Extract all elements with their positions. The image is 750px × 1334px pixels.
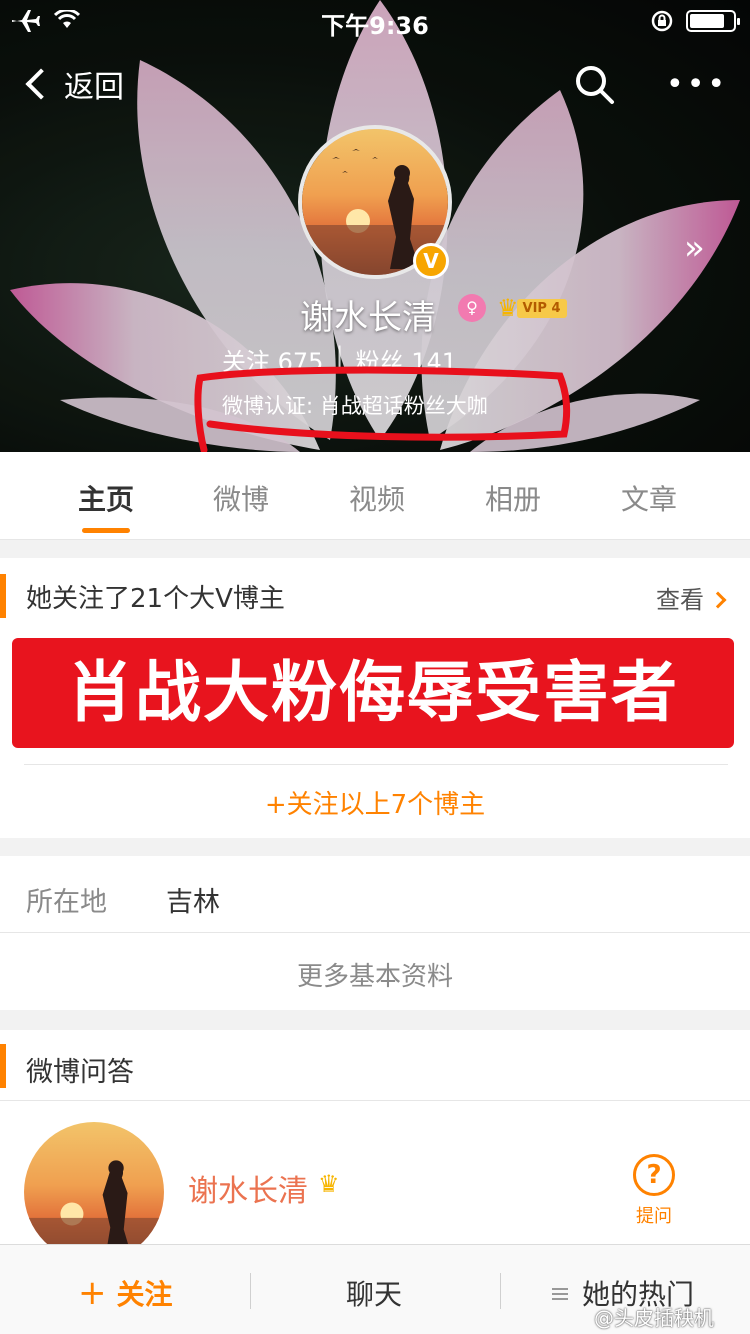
- back-label: 返回: [64, 70, 124, 105]
- avatar-image: [24, 1122, 164, 1262]
- follow-button[interactable]: + 关注: [78, 1273, 173, 1313]
- overlay-caption: 肖战大粉侮辱受害者: [12, 638, 734, 748]
- vip-level: VIP 4: [516, 298, 567, 318]
- more-info-button[interactable]: 更多基本资料: [0, 956, 750, 993]
- more-options-icon[interactable]: •••: [666, 70, 728, 100]
- section-accent-bar: [0, 1044, 6, 1088]
- tab-album[interactable]: 相册: [485, 478, 541, 518]
- search-icon[interactable]: [574, 64, 616, 106]
- ask-label: 提问: [636, 1206, 672, 1227]
- status-bar: 下午9:36: [0, 0, 750, 40]
- qa-user-name[interactable]: 谢水长清: [188, 1166, 308, 1210]
- ask-question-button[interactable]: ? 提问: [630, 1154, 678, 1228]
- status-time: 下午9:36: [321, 12, 429, 40]
- watermark: @头皮插秧机: [594, 1306, 714, 1330]
- tab-article[interactable]: 文章: [621, 478, 677, 518]
- divider: [500, 1273, 501, 1309]
- vip-badge[interactable]: ♛ VIP 4: [497, 296, 567, 320]
- chat-button[interactable]: 聊天: [346, 1273, 402, 1313]
- basic-info-card: 所在地 吉林 更多基本资料: [0, 856, 750, 1010]
- qa-title: 微博问答: [26, 1057, 134, 1088]
- profile-tabs: 主页 微博 视频 相册 文章: [0, 452, 750, 540]
- qa-avatar[interactable]: [24, 1122, 164, 1262]
- verified-badge-icon: V: [413, 243, 449, 279]
- tab-weibo[interactable]: 微博: [213, 478, 269, 518]
- rotation-lock-icon: [651, 10, 673, 32]
- divider: [0, 1100, 750, 1101]
- menu-icon: [552, 1288, 568, 1300]
- plus-icon: +: [78, 1273, 107, 1313]
- crown-icon: ♛: [497, 294, 519, 322]
- battery-icon: [686, 10, 740, 32]
- chevron-left-icon: [25, 68, 57, 100]
- female-gender-icon: ♀: [458, 294, 486, 322]
- red-annotation-circle: [194, 366, 571, 452]
- divider: [250, 1273, 251, 1309]
- location-label: 所在地: [26, 887, 107, 918]
- profile-cover: 下午9:36 返回 ••• » V 谢水长清 ♀ ♛ VIP 4 关注 675 …: [0, 0, 750, 452]
- profile-name: 谢水长清: [300, 298, 436, 338]
- followed-title: 她关注了21个大V博主: [26, 584, 285, 614]
- divider: [0, 932, 750, 933]
- tab-video[interactable]: 视频: [349, 478, 405, 518]
- section-accent-bar: [0, 574, 6, 618]
- cover-next-icon[interactable]: »: [684, 228, 705, 268]
- divider: [24, 764, 728, 765]
- tab-home[interactable]: 主页: [78, 478, 134, 518]
- weibo-qa-card: 微博问答 谢水长清 ♛ ? 提问: [0, 1030, 750, 1262]
- view-button[interactable]: 查看: [656, 580, 727, 615]
- followed-bloggers-card: 她关注了21个大V博主 查看 肖战大粉侮辱受害者 +关注以上7个博主: [0, 558, 750, 838]
- chevron-right-icon: [709, 591, 727, 609]
- question-mark-icon: ?: [633, 1154, 675, 1196]
- active-tab-indicator: [82, 528, 130, 533]
- back-button[interactable]: 返回: [22, 62, 124, 106]
- location-value: 吉林: [166, 887, 220, 918]
- crown-icon: ♛: [318, 1170, 340, 1198]
- follow-all-button[interactable]: +关注以上7个博主: [0, 784, 750, 821]
